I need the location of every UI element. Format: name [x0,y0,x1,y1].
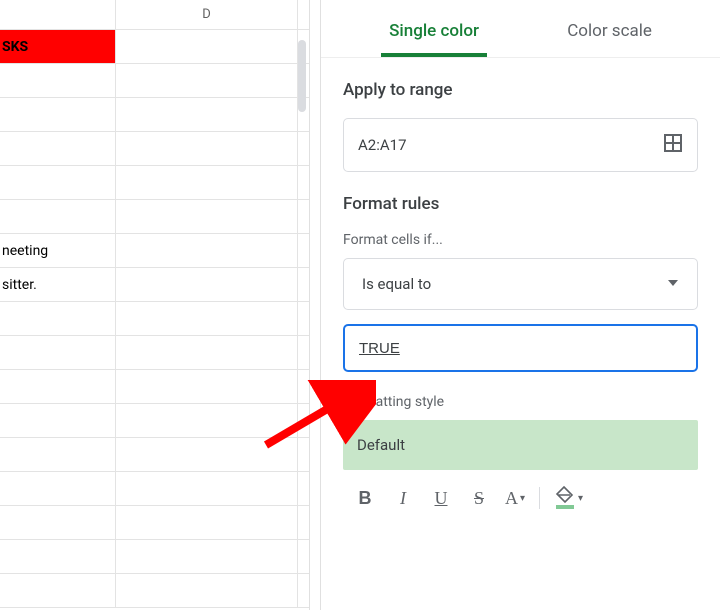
grid-icon[interactable] [663,133,683,157]
cell[interactable] [0,404,116,437]
cell[interactable] [116,64,298,97]
cell[interactable] [0,438,116,471]
cell[interactable] [0,98,116,131]
bold-button[interactable]: B [349,482,381,514]
condition-value-field[interactable] [343,324,698,372]
cell[interactable] [116,132,298,165]
table-row[interactable] [0,166,309,200]
table-row[interactable] [0,472,309,506]
cell[interactable] [116,98,298,131]
cell[interactable] [116,336,298,369]
cell[interactable] [116,370,298,403]
cell[interactable] [0,540,116,573]
conditional-format-panel: Single color Color scale Apply to range … [320,0,720,610]
apply-to-range-label: Apply to range [343,80,698,100]
table-row[interactable] [0,200,309,234]
spreadsheet-area[interactable]: D SKS neetingsitter. [0,0,310,610]
table-row[interactable] [0,98,309,132]
table-row[interactable]: neeting [0,234,309,268]
cell[interactable] [116,574,298,607]
fill-color-icon [554,487,576,509]
table-row[interactable]: SKS [0,30,309,64]
condition-value: Is equal to [362,275,431,293]
cell[interactable]: sitter. [0,268,116,301]
cell[interactable] [116,166,298,199]
formatting-toolbar: B I U S A ▾ ▾ [343,478,698,518]
text-color-button[interactable]: A ▾ [501,482,529,514]
fill-color-button[interactable]: ▾ [550,487,587,509]
cell[interactable] [0,64,116,97]
cell[interactable] [0,302,116,335]
cell[interactable] [116,302,298,335]
cell[interactable]: SKS [0,30,116,63]
condition-value-input[interactable] [359,340,682,357]
table-row[interactable] [0,132,309,166]
style-preview[interactable]: Default [343,420,698,470]
italic-button[interactable]: I [387,482,419,514]
format-cells-if-label: Format cells if... [343,232,698,248]
cell[interactable] [0,166,116,199]
toolbar-separator [539,487,540,509]
cell[interactable] [0,370,116,403]
cell[interactable] [116,404,298,437]
cell[interactable]: neeting [0,234,116,267]
cell[interactable] [116,200,298,233]
table-row[interactable] [0,438,309,472]
cell[interactable] [116,506,298,539]
cell[interactable] [0,574,116,607]
condition-select[interactable]: Is equal to [343,258,698,310]
table-row[interactable]: sitter. [0,268,309,302]
format-tabs: Single color Color scale [321,0,720,58]
cell[interactable] [116,234,298,267]
table-row[interactable] [0,302,309,336]
table-row[interactable] [0,404,309,438]
vertical-scrollbar-thumb[interactable] [298,40,306,112]
chevron-down-icon: ▾ [520,493,525,504]
tab-single-color[interactable]: Single color [381,21,487,57]
format-rules-label: Format rules [343,194,698,214]
cell[interactable] [0,506,116,539]
chevron-down-icon [667,275,679,293]
table-row[interactable] [0,506,309,540]
strikethrough-button[interactable]: S [463,482,495,514]
cell[interactable] [116,438,298,471]
range-value: A2:A17 [358,136,407,154]
cell[interactable] [0,472,116,505]
cell[interactable] [0,132,116,165]
table-row[interactable] [0,370,309,404]
table-row[interactable] [0,336,309,370]
table-row[interactable] [0,574,309,608]
table-row[interactable] [0,64,309,98]
cell[interactable] [116,30,298,63]
cell[interactable] [116,540,298,573]
cell[interactable] [116,268,298,301]
text-color-icon: A [505,482,518,514]
tab-color-scale[interactable]: Color scale [559,21,660,57]
table-row[interactable] [0,540,309,574]
cell[interactable] [0,336,116,369]
column-header[interactable] [0,0,116,29]
column-header-d[interactable]: D [116,0,298,29]
column-header-row: D [0,0,309,30]
style-preview-text: Default [357,436,405,454]
underline-button[interactable]: U [425,482,457,514]
cell[interactable] [0,200,116,233]
cell[interactable] [116,472,298,505]
formatting-style-label: Formatting style [343,394,698,410]
chevron-down-icon: ▾ [578,493,583,504]
range-field[interactable]: A2:A17 [343,118,698,172]
